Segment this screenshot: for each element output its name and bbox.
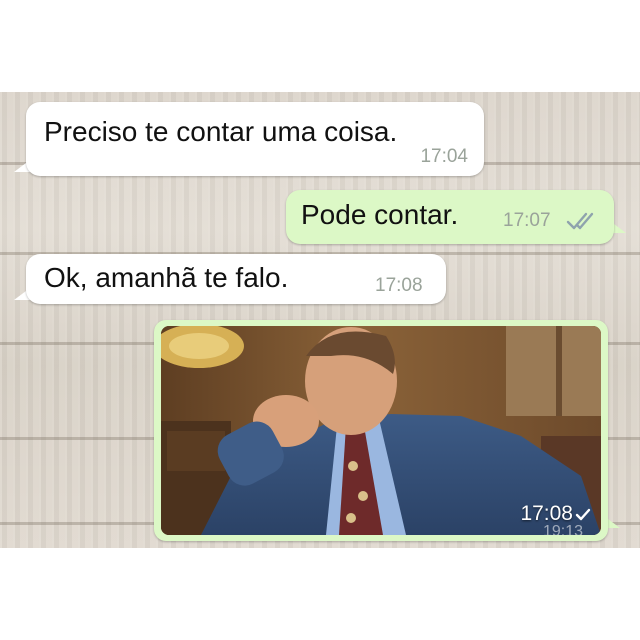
chat-background: Preciso te contar uma coisa. 17:04 Pode … <box>0 92 640 548</box>
photo-overlay-timestamp: 19:13 <box>542 523 583 535</box>
photo-thumbnail[interactable]: 17:08 19:13 <box>161 326 601 535</box>
message-timestamp: 17:04 <box>420 146 468 167</box>
message-timestamp: 17:08 <box>375 275 423 296</box>
message-text: Preciso te contar uma coisa. <box>44 116 398 147</box>
message-text: Ok, amanhã te falo. <box>44 262 289 293</box>
message-timestamp: 17:07 <box>503 210 551 231</box>
outgoing-message-bubble[interactable]: Pode contar. 17:07 <box>286 190 614 244</box>
incoming-message-bubble[interactable]: Preciso te contar uma coisa. 17:04 <box>26 102 484 176</box>
message-text: Pode contar. <box>301 199 459 230</box>
incoming-message-bubble[interactable]: Ok, amanhã te falo. 17:08 <box>26 254 446 304</box>
image-message-bubble[interactable]: 17:08 19:13 <box>154 320 608 541</box>
single-check-icon <box>575 508 591 521</box>
double-check-icon <box>566 212 594 230</box>
